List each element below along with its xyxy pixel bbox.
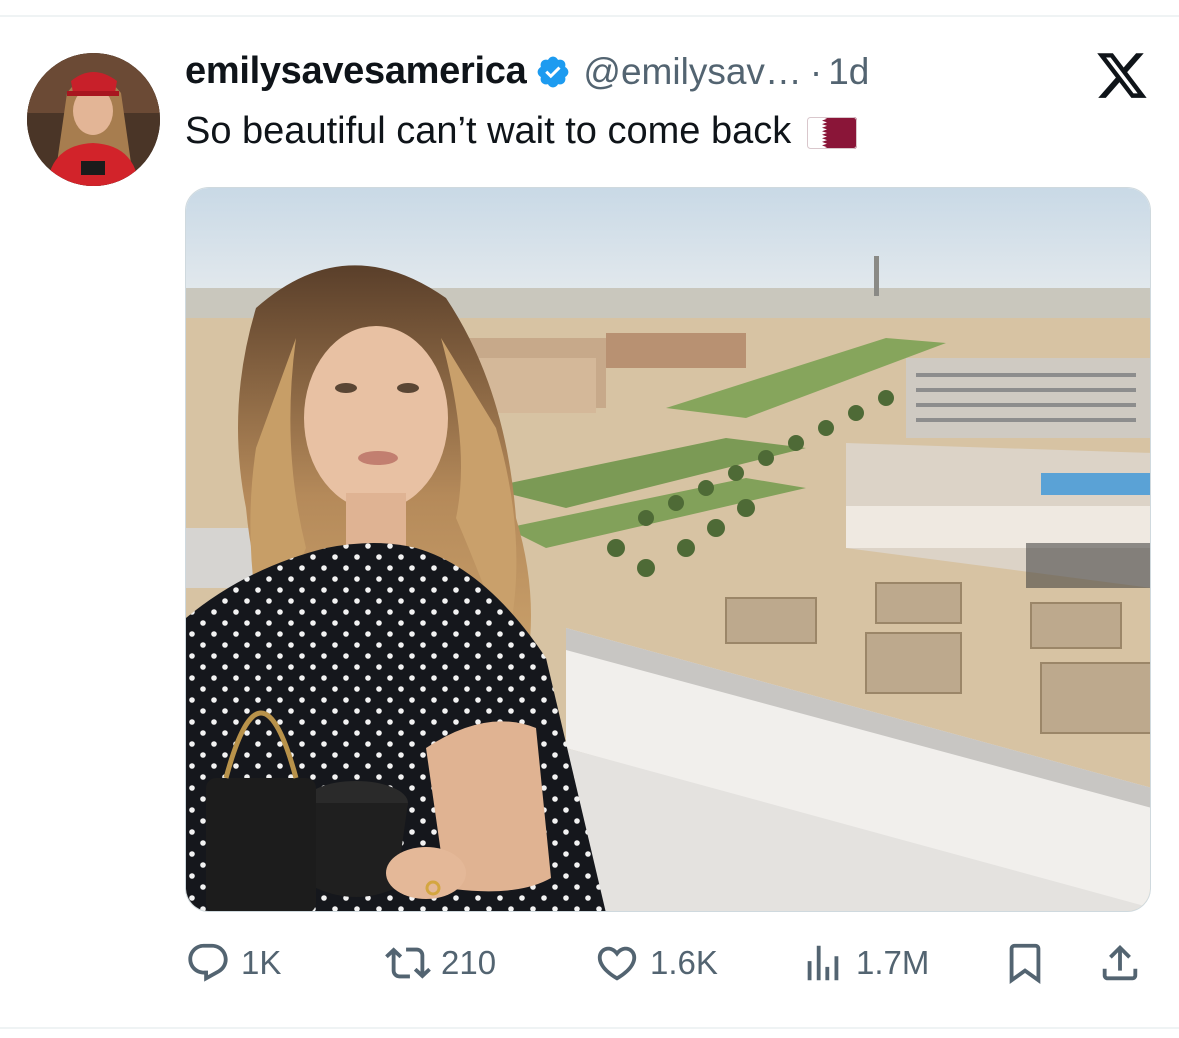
user-handle[interactable]: @emilysav… — [583, 51, 801, 93]
top-divider — [0, 15, 1179, 17]
post-text: So beautiful can’t wait to come back — [185, 110, 792, 152]
avatar-image — [27, 53, 160, 186]
repost-count: 210 — [441, 944, 497, 981]
qatar-flag-icon — [807, 116, 858, 149]
like-count: 1.6K — [650, 944, 718, 981]
view-count: 1.7M — [856, 944, 930, 981]
share-button[interactable] — [1097, 938, 1143, 988]
bookmark-icon — [1009, 943, 1041, 984]
reply-button[interactable]: 1K — [185, 938, 281, 988]
reply-count: 1K — [241, 944, 282, 981]
views-button[interactable]: 1.7M — [800, 938, 929, 988]
reply-icon — [188, 943, 228, 982]
verified-badge-icon — [535, 54, 571, 90]
time-separator: · — [809, 50, 823, 92]
share-icon — [1102, 944, 1138, 981]
heart-icon — [597, 946, 637, 981]
display-name[interactable]: emilysavesamerica — [185, 50, 527, 93]
repost-button[interactable]: 210 — [385, 938, 496, 988]
views-chart-icon — [807, 945, 839, 981]
post-time[interactable]: 1d — [828, 51, 869, 93]
post-header: emilysavesamerica @emilysav… · 1d — [185, 50, 869, 93]
bottom-divider — [0, 1027, 1179, 1029]
like-button[interactable]: 1.6K — [594, 938, 718, 988]
post-media-image[interactable] — [185, 187, 1151, 912]
x-logo-icon — [1096, 52, 1148, 100]
post-actions-bar: 1K 210 1.6K 1.7M — [185, 938, 1151, 988]
post-text-line: So beautiful can’t wait to come back — [185, 110, 858, 153]
avatar[interactable] — [27, 53, 160, 186]
bookmark-button[interactable] — [1002, 938, 1048, 988]
repost-icon — [385, 947, 431, 979]
